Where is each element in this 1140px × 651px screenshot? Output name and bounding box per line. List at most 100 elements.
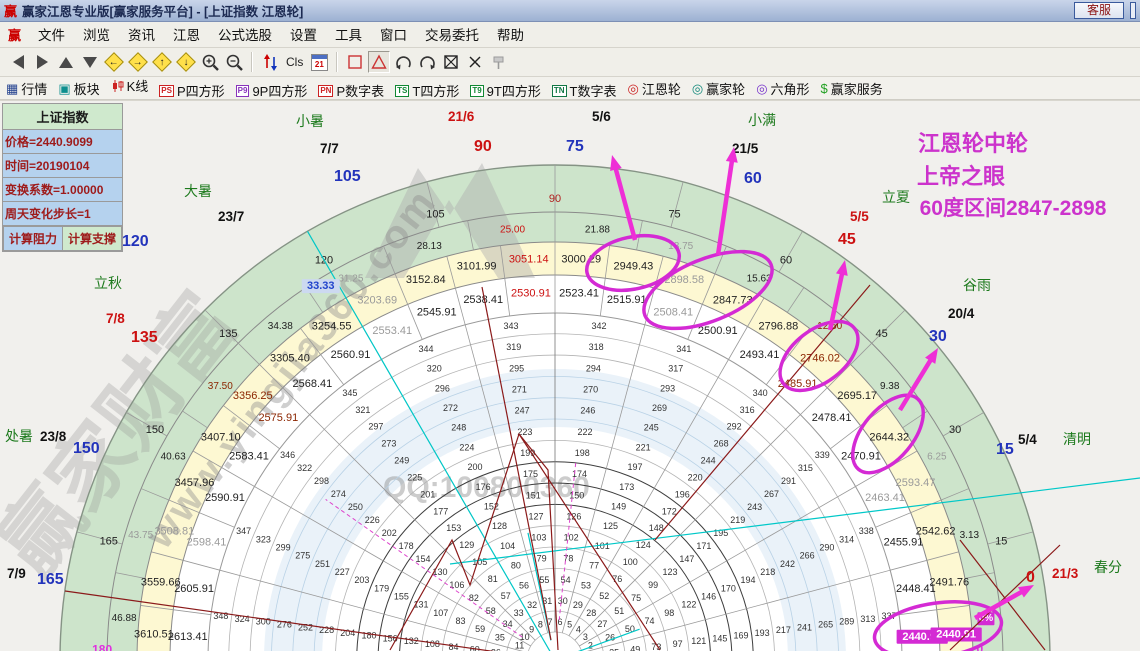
menu-item-7[interactable]: 窗口 bbox=[371, 26, 416, 45]
rotate-cw-icon[interactable] bbox=[416, 51, 438, 73]
down-icon[interactable] bbox=[79, 51, 101, 73]
svg-text:6: 6 bbox=[557, 617, 562, 627]
ribbon-item-9T四方形[interactable]: T9 9T四方形 bbox=[470, 81, 541, 100]
triangle-tool-icon[interactable] bbox=[368, 51, 391, 73]
next-icon[interactable] bbox=[31, 51, 53, 73]
svg-text:341: 341 bbox=[676, 344, 691, 354]
ribbon-item-赢家服务[interactable]: $ 赢家服务 bbox=[821, 79, 883, 98]
svg-text:20/4: 20/4 bbox=[948, 306, 975, 321]
zoom-out-icon[interactable] bbox=[223, 51, 245, 73]
svg-text:74: 74 bbox=[645, 616, 655, 626]
svg-text:大暑: 大暑 bbox=[184, 183, 212, 199]
svg-text:313: 313 bbox=[860, 614, 875, 624]
svg-text:7/7: 7/7 bbox=[320, 141, 339, 156]
ribbon-item-9P四方形[interactable]: P9 9P四方形 bbox=[235, 81, 307, 100]
svg-text:178: 178 bbox=[399, 541, 414, 551]
svg-text:295: 295 bbox=[509, 363, 524, 373]
svg-text:156: 156 bbox=[383, 633, 398, 643]
clipped-button[interactable] bbox=[1130, 2, 1136, 19]
svg-text:171: 171 bbox=[696, 541, 711, 551]
svg-text:52: 52 bbox=[599, 591, 609, 601]
ribbon-item-P四方形[interactable]: PS P四方形 bbox=[159, 81, 225, 100]
svg-text:165: 165 bbox=[37, 571, 64, 588]
ribbon-glyph-icon: ◎ bbox=[627, 80, 639, 96]
rotate-ccw-icon[interactable] bbox=[392, 51, 414, 73]
svg-text:2568.41: 2568.41 bbox=[292, 378, 332, 390]
svg-text:21/6: 21/6 bbox=[448, 109, 475, 124]
svg-text:273: 273 bbox=[381, 439, 396, 449]
candles-icon bbox=[112, 79, 124, 92]
ribbon-item-赢家轮[interactable]: ◎ 赢家轮 bbox=[692, 79, 745, 98]
ribbon-item-P数字表[interactable]: PN P数字表 bbox=[318, 81, 384, 100]
annotation-line-2: 上帝之眼 bbox=[916, 164, 1006, 189]
title-bar: 赢 赢家江恩专业版[赢家服务平台] - [上证指数 江恩轮] 客服 bbox=[0, 0, 1140, 22]
svg-text:224: 224 bbox=[459, 442, 474, 452]
diamond-down-icon[interactable]: ↓ bbox=[175, 51, 197, 73]
menu-item-1[interactable]: 浏览 bbox=[74, 26, 119, 45]
svg-text:203: 203 bbox=[354, 575, 369, 585]
svg-text:317: 317 bbox=[668, 364, 683, 374]
svg-text:248: 248 bbox=[451, 423, 466, 433]
cls-button[interactable]: Cls bbox=[283, 51, 306, 73]
prev-icon[interactable] bbox=[7, 51, 29, 73]
ribbon-item-T数字表[interactable]: TN T数字表 bbox=[551, 81, 616, 100]
menu-item-9[interactable]: 帮助 bbox=[488, 26, 533, 45]
calc-support-button[interactable]: 计算支撑 bbox=[62, 226, 122, 251]
ribbon-item-行情[interactable]: ▦ 行情 bbox=[6, 79, 47, 98]
ribbon-item-label: T四方形 bbox=[412, 84, 460, 99]
square-tool-icon[interactable] bbox=[344, 51, 366, 73]
calc-resistance-button[interactable]: 计算阻力 bbox=[3, 226, 62, 251]
menu-item-8[interactable]: 交易委托 bbox=[416, 26, 488, 45]
diamond-left-icon[interactable]: ← bbox=[103, 51, 125, 73]
diamond-up-icon[interactable]: ↑ bbox=[151, 51, 173, 73]
t9-box-icon: T9 bbox=[470, 84, 484, 97]
center-mark-icon[interactable] bbox=[464, 51, 486, 73]
svg-text:3508.81: 3508.81 bbox=[154, 526, 194, 538]
ps-box-icon: PS bbox=[159, 84, 174, 97]
svg-text:299: 299 bbox=[276, 543, 291, 553]
svg-text:269: 269 bbox=[652, 403, 667, 413]
ribbon-item-T四方形[interactable]: TS T四方形 bbox=[395, 81, 459, 100]
menu-item-4[interactable]: 公式选股 bbox=[209, 26, 281, 45]
boxed-x-icon[interactable] bbox=[440, 51, 462, 73]
ribbon-item-六角形[interactable]: ◎ 六角形 bbox=[756, 79, 809, 98]
pin-icon[interactable] bbox=[488, 51, 510, 73]
toolbar: ← → ↑ ↓ Cls 21 bbox=[0, 48, 1140, 77]
svg-text:2583.41: 2583.41 bbox=[229, 450, 269, 462]
svg-text:271: 271 bbox=[512, 385, 527, 395]
annotation-line-3: 60度区间2847-2898 bbox=[919, 197, 1107, 220]
menu-bar: 赢 文件 浏览 资讯 江恩 公式选股 设置 工具 窗口 交易委托 帮助 bbox=[0, 22, 1140, 48]
svg-text:176: 176 bbox=[476, 482, 491, 492]
svg-text:75: 75 bbox=[631, 593, 641, 603]
svg-text:7/8: 7/8 bbox=[106, 311, 125, 326]
calendar-icon[interactable]: 21 bbox=[308, 51, 330, 73]
menu-item-5[interactable]: 设置 bbox=[281, 26, 326, 45]
ribbon-glyph-icon: ◎ bbox=[691, 80, 704, 96]
ribbon-item-江恩轮[interactable]: ◎ 江恩轮 bbox=[627, 79, 680, 98]
svg-text:28: 28 bbox=[586, 608, 596, 618]
diamond-right-icon[interactable]: → bbox=[127, 51, 149, 73]
ribbon-item-K线[interactable]: K线 bbox=[111, 76, 148, 95]
zoom-in-icon[interactable] bbox=[199, 51, 221, 73]
menu-item-3[interactable]: 江恩 bbox=[164, 26, 209, 45]
menu-item-2[interactable]: 资讯 bbox=[119, 26, 164, 45]
svg-text:147: 147 bbox=[679, 554, 694, 564]
svg-text:290: 290 bbox=[819, 543, 834, 553]
svg-text:2470.91: 2470.91 bbox=[841, 450, 881, 462]
customer-service-button[interactable]: 客服 bbox=[1073, 2, 1124, 19]
svg-text:153: 153 bbox=[446, 523, 461, 533]
svg-text:37.50: 37.50 bbox=[208, 381, 233, 392]
up-icon[interactable] bbox=[55, 51, 77, 73]
ribbon-item-板块[interactable]: ▣ 板块 bbox=[58, 79, 99, 98]
svg-text:250: 250 bbox=[348, 502, 363, 512]
svg-text:5/6: 5/6 bbox=[592, 109, 611, 124]
svg-text:2575.91: 2575.91 bbox=[258, 412, 298, 424]
updown-icon[interactable] bbox=[259, 51, 281, 73]
menu-item-0[interactable]: 文件 bbox=[29, 26, 74, 45]
svg-text:347: 347 bbox=[236, 526, 251, 536]
svg-text:60: 60 bbox=[780, 255, 792, 267]
svg-text:172: 172 bbox=[662, 506, 677, 516]
menu-item-6[interactable]: 工具 bbox=[326, 26, 371, 45]
svg-text:135: 135 bbox=[131, 329, 158, 346]
ribbon-item-label: 行情 bbox=[21, 82, 48, 97]
